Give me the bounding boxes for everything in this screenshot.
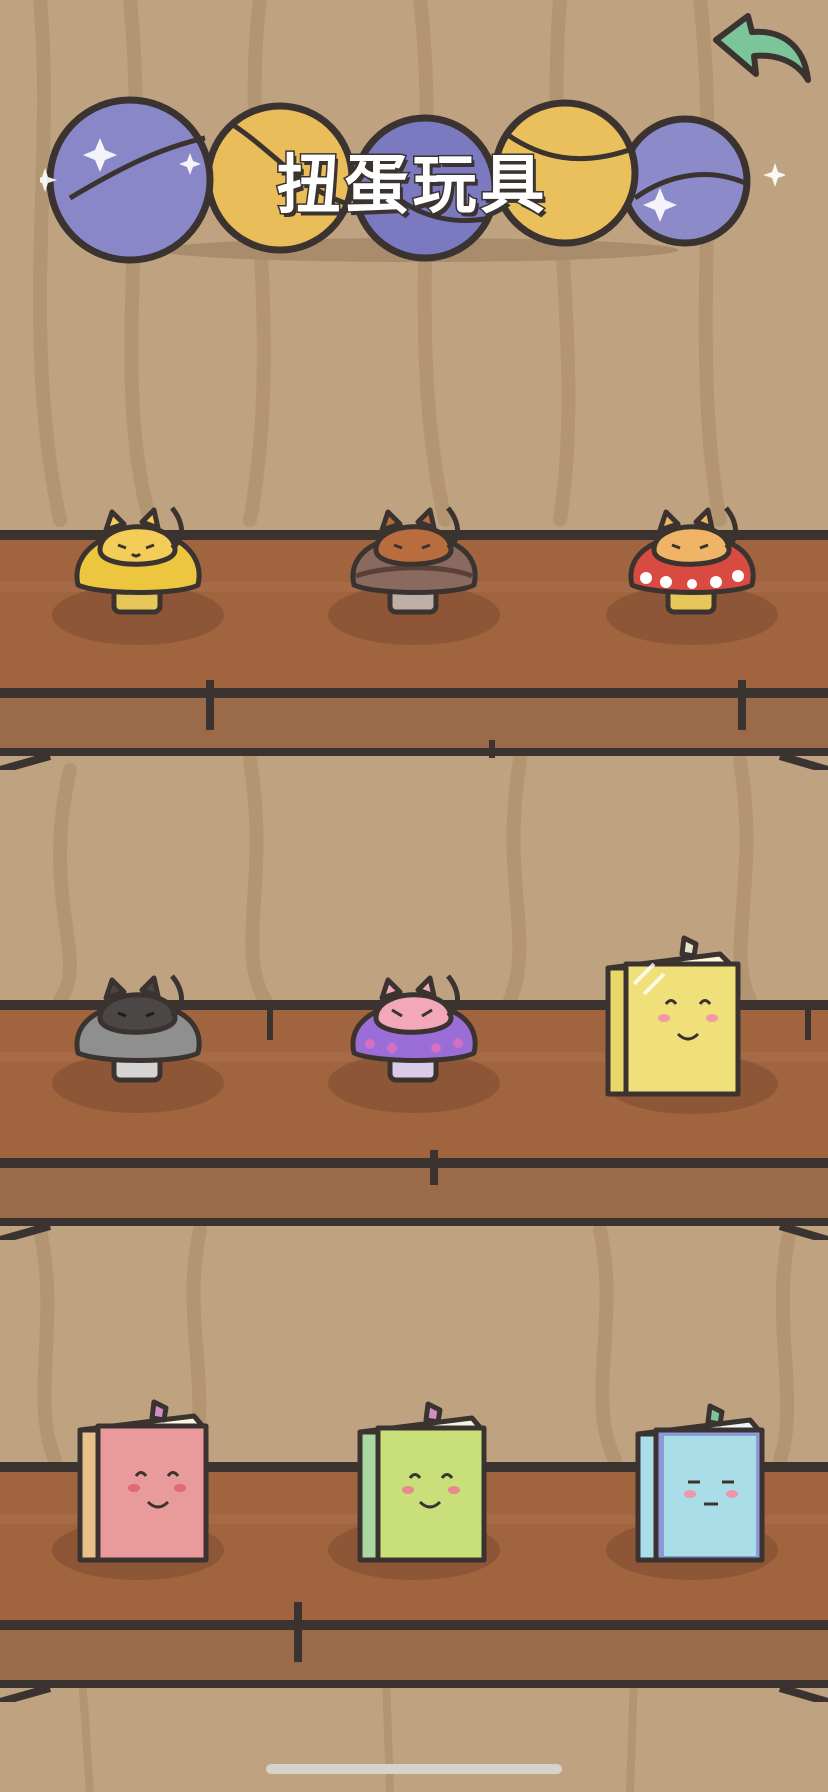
home-indicator[interactable]	[266, 1764, 562, 1774]
title-banner: 扭蛋玩具	[33, 78, 787, 268]
back-button[interactable]	[708, 10, 818, 102]
toy-orange-cat-red-mushroom[interactable]	[604, 490, 778, 650]
toy-pink-book[interactable]	[50, 1390, 224, 1584]
toy-blue-book[interactable]	[604, 1390, 778, 1584]
toy-yellow-cat-mushroom[interactable]	[50, 490, 224, 650]
toy-yellow-book[interactable]	[604, 924, 778, 1118]
back-arrow-icon	[713, 13, 811, 83]
gacha-toy-shelf-screen: 扭蛋玩具	[0, 0, 828, 1792]
toy-brown-cat-mushroom[interactable]	[326, 490, 500, 650]
screen-title: 扭蛋玩具	[275, 148, 549, 225]
toy-green-book[interactable]	[326, 1390, 500, 1584]
toy-pink-cat-purple-mushroom[interactable]	[326, 958, 500, 1118]
toy-black-cat-gray-mushroom[interactable]	[50, 958, 224, 1118]
